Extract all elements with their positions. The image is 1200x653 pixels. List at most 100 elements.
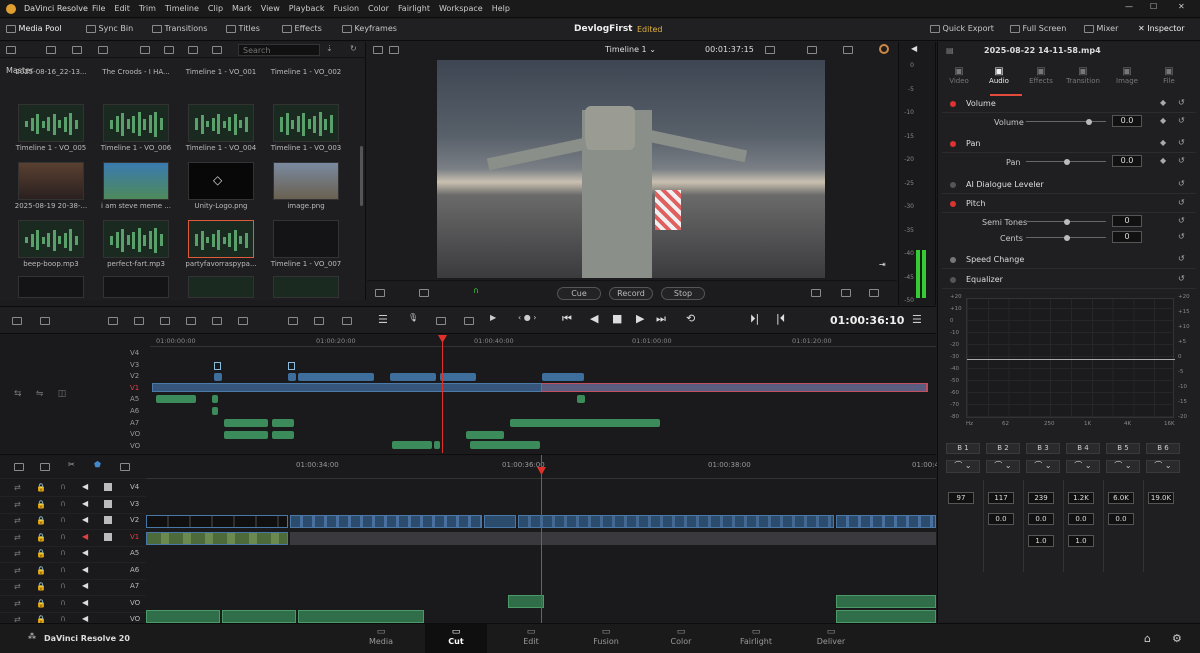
volume-slider[interactable] (1026, 118, 1106, 125)
eq-band-button[interactable]: B 6 (1146, 443, 1180, 454)
clip[interactable] (434, 441, 440, 449)
dialogue-reset-icon[interactable]: ↺ (1178, 179, 1185, 188)
settings-icon[interactable]: ⚙ (1172, 632, 1182, 645)
speaker-icon[interactable]: ◀ (82, 482, 88, 491)
speaker-icon[interactable]: ◀ (911, 44, 917, 53)
media-scrollbar[interactable] (360, 146, 363, 206)
speaker-icon[interactable]: ◀ (82, 598, 88, 607)
vo2-clip[interactable] (836, 610, 936, 623)
pan-slider-knob[interactable] (1064, 158, 1070, 165)
volume-enabled-icon[interactable] (950, 101, 956, 107)
speaker-icon[interactable]: ◀ (82, 581, 88, 590)
titles-button[interactable]: Titles (226, 24, 260, 33)
minimize-button[interactable]: — (1125, 2, 1133, 11)
volume-reset-2-icon[interactable]: ↺ (1178, 116, 1185, 125)
snap-icon[interactable] (40, 463, 50, 471)
media-thumbnail[interactable] (188, 276, 254, 298)
track-toggle-icon[interactable]: ⇄ (14, 533, 21, 542)
headphone-icon[interactable]: ∩ (60, 482, 66, 491)
keyframes-button[interactable]: Keyframes (342, 24, 397, 33)
clip[interactable] (272, 419, 294, 427)
page-tab-fusion[interactable]: ▭ Fusion (575, 624, 637, 653)
viewer-dropdown-icon[interactable] (807, 46, 817, 54)
cents-slider-knob[interactable] (1064, 234, 1070, 241)
speaker-icon[interactable]: ◀ (82, 515, 88, 524)
options-menu-icon[interactable]: ☰ (912, 313, 922, 326)
viewer-mode-icon[interactable] (389, 46, 399, 54)
cue-button[interactable]: Cue (557, 287, 601, 300)
v1-clip-gap[interactable] (290, 532, 936, 545)
equalizer-row[interactable]: Equalizer ↺ (942, 271, 1196, 289)
clip[interactable] (288, 373, 296, 381)
clip[interactable] (224, 431, 268, 439)
upper-playhead[interactable] (442, 335, 443, 453)
eq-enabled-icon[interactable] (950, 277, 956, 283)
clip[interactable] (470, 441, 540, 449)
vo2-clip[interactable] (298, 610, 424, 623)
volume-row[interactable]: Volume ◆ ↺ (942, 95, 1196, 113)
eq-q-value[interactable]: 1.0 (1028, 535, 1054, 547)
menu-item-fusion[interactable]: Fusion (333, 4, 359, 13)
track-toggle-icon[interactable]: ⇄ (14, 599, 21, 608)
sync-tools-icon[interactable] (314, 317, 324, 325)
eq-graph[interactable] (966, 298, 1175, 418)
ripple-overwrite-icon[interactable] (108, 317, 118, 325)
lower-playhead[interactable] (541, 455, 542, 623)
inspector-collapse-icon[interactable]: ▤ (946, 46, 954, 55)
go-end-icon[interactable]: ⏭ (656, 312, 666, 326)
effects-button[interactable]: Effects (282, 24, 322, 33)
media-thumbnail[interactable] (18, 162, 84, 200)
stop-button[interactable]: Stop (661, 287, 705, 300)
clip[interactable] (224, 419, 268, 427)
out-point-icon[interactable]: |⏴ (776, 312, 785, 326)
headphone-icon[interactable]: ∩ (60, 532, 66, 541)
page-tab-fairlight[interactable]: ▭ Fairlight (725, 624, 787, 653)
headphone-icon[interactable]: ∩ (60, 614, 66, 623)
bin-icon[interactable] (72, 46, 82, 54)
razor-icon[interactable]: ✂ (68, 460, 75, 469)
clip[interactable] (212, 407, 218, 415)
menu-item-clip[interactable]: Clip (208, 4, 223, 13)
timeline-menu-icon[interactable]: ☰ (378, 313, 388, 326)
pitch-reset-icon[interactable]: ↺ (1178, 198, 1185, 207)
pan-slider[interactable] (1026, 158, 1106, 165)
headphone-icon[interactable]: ∩ (60, 515, 66, 524)
eq-band-button[interactable]: B 5 (1106, 443, 1140, 454)
vo-clip[interactable] (508, 595, 544, 608)
transitions-button[interactable]: Transitions (152, 24, 207, 33)
cents-slider[interactable] (1026, 234, 1106, 241)
lock-icon[interactable]: 🔒 (36, 566, 46, 575)
clip[interactable] (466, 431, 504, 439)
eq-frequency-value[interactable]: 239 (1028, 492, 1054, 504)
track-height-icon[interactable] (14, 463, 24, 471)
eq-frequency-value[interactable]: 19.0K (1148, 492, 1174, 504)
timeline-selector[interactable]: Timeline 1 ⌄ (605, 45, 656, 54)
eq-filter-dropdown[interactable]: ⌒ ⌄ (1026, 460, 1060, 473)
menu-item-playback[interactable]: Playback (289, 4, 325, 13)
v4-marker[interactable] (214, 362, 221, 370)
media-thumbnail[interactable] (273, 276, 339, 298)
inspector-tab-file[interactable]: ▣ File (1152, 66, 1186, 85)
close-button[interactable]: ✕ (1178, 2, 1185, 11)
cents-reset-icon[interactable]: ↺ (1178, 232, 1185, 241)
v2-clip[interactable] (290, 515, 482, 528)
dialogue-enabled-icon[interactable] (950, 182, 956, 188)
track-toggle-icon[interactable]: ⇄ (14, 500, 21, 509)
menu-item-mark[interactable]: Mark (232, 4, 252, 13)
lock-icon[interactable]: 🔒 (36, 516, 46, 525)
stop-transport-icon[interactable]: ■ (612, 312, 622, 325)
eq-gain-value[interactable]: 0.0 (1108, 513, 1134, 525)
media-thumbnail[interactable] (18, 104, 84, 142)
mic-input-icon[interactable] (375, 289, 385, 297)
inspector-tab-transition[interactable]: ▣ Transition (1066, 66, 1100, 85)
lock-icon[interactable]: 🔒 (36, 533, 46, 542)
speaker-icon[interactable]: ◀ (82, 565, 88, 574)
video-frame[interactable] (437, 60, 825, 278)
speaker-icon[interactable]: ◀ (82, 614, 88, 623)
menu-item-trim[interactable]: Trim (139, 4, 156, 13)
viewer-layout-icon[interactable] (373, 46, 383, 54)
headphone-icon[interactable]: ∩ (60, 548, 66, 557)
inspector-button[interactable]: ✕ Inspector (1138, 24, 1185, 33)
full-screen-button[interactable]: Full Screen (1010, 24, 1066, 33)
pitch-enabled-icon[interactable] (950, 201, 956, 207)
